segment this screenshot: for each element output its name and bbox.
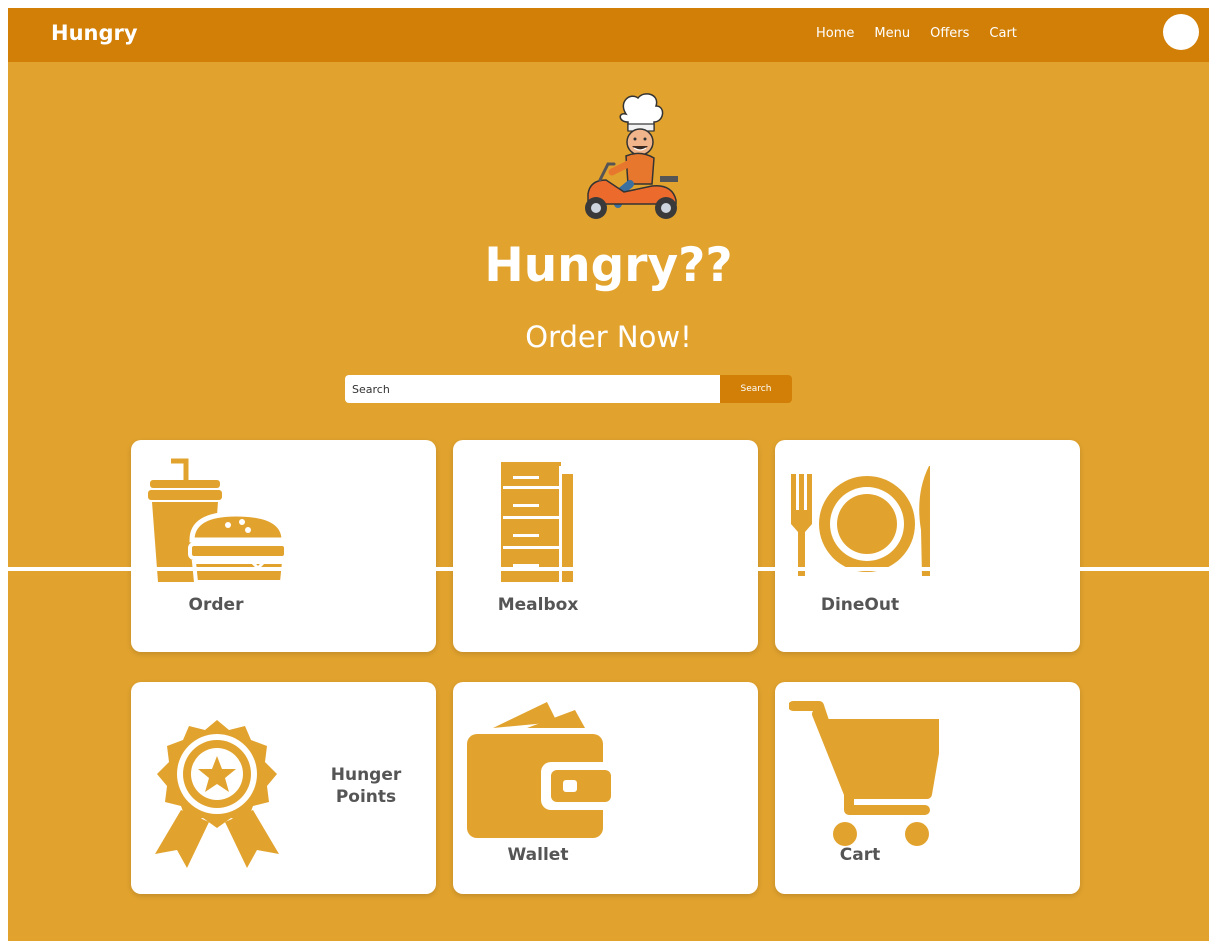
chef-on-scooter-illustration (585, 93, 678, 219)
brand-logo[interactable]: Hungry (51, 21, 138, 45)
nav-link-cart[interactable]: Cart (989, 26, 1017, 41)
cart-card[interactable]: Cart (775, 682, 1080, 894)
page: Hungry Home Menu Offers Cart Hungry?? Or… (8, 8, 1209, 941)
dineout-card[interactable]: DineOut (775, 440, 1080, 652)
nav-link-home[interactable]: Home (816, 26, 854, 41)
mealbox-label: Mealbox (497, 595, 579, 615)
hunger-points-label: Hunger Points (330, 765, 402, 807)
wallet-card[interactable]: Wallet (453, 682, 758, 894)
search-button[interactable]: Search (720, 375, 792, 403)
cutlery-icon (791, 466, 930, 576)
wallet-icon (467, 702, 613, 838)
mealbox-card[interactable]: Mealbox (453, 440, 758, 652)
navbar: Hungry Home Menu Offers Cart (8, 8, 1209, 62)
divider-line (8, 567, 1209, 571)
shopping-cart-icon (789, 701, 939, 846)
order-label: Order (188, 595, 244, 615)
cart-label: Cart (839, 845, 881, 865)
nav-link-offers[interactable]: Offers (930, 26, 969, 41)
dineout-label: DineOut (820, 595, 900, 615)
award-badge-icon (155, 720, 279, 868)
hero-subtitle: Order Now! (525, 320, 692, 354)
order-card[interactable]: Order (131, 440, 436, 652)
wallet-label: Wallet (507, 845, 569, 865)
nav-links: Home Menu Offers Cart (816, 26, 1017, 41)
hunger-points-card[interactable]: Hunger Points (131, 682, 436, 894)
hero-title: Hungry?? (484, 238, 733, 293)
search-input[interactable] (345, 375, 721, 403)
avatar[interactable] (1163, 14, 1199, 50)
nav-link-menu[interactable]: Menu (874, 26, 910, 41)
